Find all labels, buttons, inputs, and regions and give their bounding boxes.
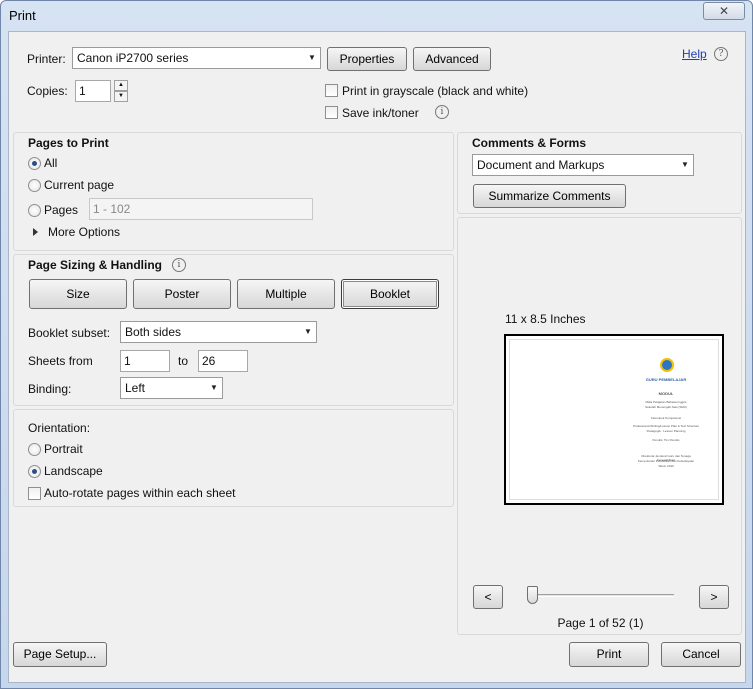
binding-value: Left: [125, 381, 146, 395]
binding-label: Binding:: [28, 382, 72, 396]
help-link[interactable]: Help: [682, 47, 707, 61]
preview-line3: Kelompok Kompetensi: [650, 416, 682, 420]
preview-line4: Professional Writing/Lesson Plan & Text …: [632, 424, 700, 428]
size-button[interactable]: Size: [29, 279, 127, 309]
comments-forms-panel: Comments & Forms Document and Markups ▼ …: [457, 132, 742, 214]
preview-page-content: GURU PEMBELAJAR MODUL Mata Pelajaran Bah…: [632, 358, 700, 498]
more-options-toggle[interactable]: More Options: [48, 225, 120, 239]
portrait-label: Portrait: [44, 442, 83, 456]
multiple-button[interactable]: Multiple: [237, 279, 335, 309]
preview-org: GURU PEMBELAJAR: [645, 377, 687, 382]
next-page-button[interactable]: >: [699, 585, 729, 609]
summarize-comments-button[interactable]: Summarize Comments: [473, 184, 626, 208]
booklet-subset-select[interactable]: Both sides ▼: [120, 321, 317, 343]
page-preview: GURU PEMBELAJAR MODUL Mata Pelajaran Bah…: [504, 334, 724, 505]
landscape-radio[interactable]: [28, 465, 41, 478]
binding-select[interactable]: Left ▼: [120, 377, 223, 399]
comments-forms-select[interactable]: Document and Markups ▼: [472, 154, 694, 176]
preview-line6: Penulis: Tim Penulis: [652, 438, 680, 442]
page-sizing-info-icon[interactable]: i: [172, 258, 186, 272]
preview-title: MODUL: [658, 391, 674, 396]
cancel-button[interactable]: Cancel: [661, 642, 741, 667]
chevron-down-icon: ▼: [304, 327, 312, 336]
grayscale-checkbox[interactable]: [325, 84, 338, 97]
booklet-subset-value: Both sides: [125, 325, 182, 339]
autorotate-checkbox[interactable]: [28, 487, 41, 500]
sheets-to-input[interactable]: 26: [198, 350, 248, 372]
copies-decrement[interactable]: ▼: [114, 91, 128, 102]
page-setup-button[interactable]: Page Setup...: [13, 642, 107, 667]
page-sizing-heading: Page Sizing & Handling: [28, 258, 163, 272]
chevron-down-icon: ▼: [681, 160, 689, 169]
copies-increment[interactable]: ▲: [114, 80, 128, 91]
copies-label: Copies:: [27, 84, 68, 98]
save-ink-checkbox[interactable]: [325, 106, 338, 119]
chevron-down-icon: ▼: [210, 383, 218, 392]
pages-radio[interactable]: [28, 204, 41, 217]
printer-label: Printer:: [27, 52, 66, 66]
page-sizing-panel: Page Sizing & Handling i Size Poster Mul…: [13, 254, 454, 406]
booklet-subset-label: Booklet subset:: [28, 326, 111, 340]
preview-size-label: 11 x 8.5 Inches: [505, 312, 586, 326]
save-ink-label: Save ink/toner: [342, 106, 419, 120]
sheets-from-label: Sheets from: [28, 354, 93, 368]
grayscale-label: Print in grayscale (black and white): [342, 84, 529, 98]
help-icon[interactable]: ?: [714, 47, 728, 61]
current-page-radio[interactable]: [28, 179, 41, 192]
copies-input[interactable]: 1: [75, 80, 111, 102]
title-bar: Print ✕: [1, 1, 752, 31]
comments-forms-heading: Comments & Forms: [472, 136, 587, 150]
pages-range-input[interactable]: 1 - 102: [89, 198, 313, 220]
preview-line9: Tahun 2016: [658, 464, 674, 468]
all-label: All: [44, 156, 58, 170]
portrait-radio[interactable]: [28, 443, 41, 456]
advanced-button[interactable]: Advanced: [413, 47, 491, 71]
sheets-from-input[interactable]: 1: [120, 350, 170, 372]
preview-line8: Kementerian Pendidikan dan Kebudayaan: [637, 459, 695, 463]
properties-button[interactable]: Properties: [327, 47, 407, 71]
orientation-panel: Orientation: Portrait Landscape Auto-rot…: [13, 409, 454, 507]
sheets-to-label: to: [178, 354, 189, 368]
landscape-label: Landscape: [44, 464, 103, 478]
page-slider-thumb[interactable]: [527, 586, 538, 604]
print-dialog: Print ✕ Printer: Canon iP2700 series ▼ P…: [0, 0, 753, 689]
current-page-label: Current page: [44, 178, 115, 192]
dialog-body: Printer: Canon iP2700 series ▼ Propertie…: [8, 31, 746, 683]
preview-line5: Pedagogik : Lesson Planning: [646, 429, 686, 433]
previous-page-button[interactable]: <: [473, 585, 503, 609]
expand-triangle-icon[interactable]: [33, 228, 38, 236]
pages-to-print-panel: Pages to Print All Current page Pages 1 …: [13, 132, 454, 251]
page-slider-track[interactable]: [528, 594, 674, 597]
booklet-button[interactable]: Booklet: [341, 279, 439, 309]
preview-line1: Mata Pelajaran Bahasa Inggris: [645, 400, 687, 404]
page-status: Page 1 of 52 (1): [557, 616, 644, 630]
comments-forms-value: Document and Markups: [477, 158, 605, 172]
poster-button[interactable]: Poster: [133, 279, 231, 309]
autorotate-label: Auto-rotate pages within each sheet: [44, 486, 236, 500]
printer-select-value: Canon iP2700 series: [77, 51, 189, 65]
all-radio[interactable]: [28, 157, 41, 170]
print-button[interactable]: Print: [569, 642, 649, 667]
window-title: Print: [9, 8, 36, 23]
pages-label: Pages: [44, 203, 79, 217]
orientation-heading: Orientation:: [28, 421, 91, 435]
pages-to-print-heading: Pages to Print: [28, 136, 109, 150]
chevron-down-icon: ▼: [308, 53, 316, 62]
printer-select[interactable]: Canon iP2700 series ▼: [72, 47, 321, 69]
save-ink-info-icon[interactable]: i: [435, 105, 449, 119]
preview-line2: Sekolah Menengah Atas (SMA): [645, 405, 687, 409]
preview-page: GURU PEMBELAJAR MODUL Mata Pelajaran Bah…: [510, 340, 718, 499]
close-icon[interactable]: ✕: [703, 2, 745, 20]
logo-icon: [660, 358, 674, 372]
preview-panel: 11 x 8.5 Inches GURU PEMBELAJAR MODUL Ma…: [457, 217, 742, 635]
